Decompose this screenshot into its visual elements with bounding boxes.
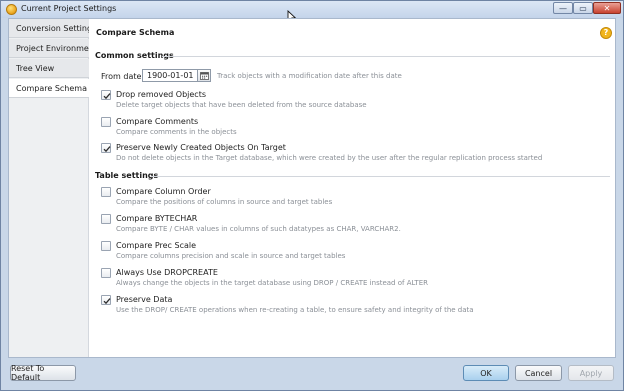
always-use-dropcreate-desc: Always change the objects in the target … — [116, 279, 428, 287]
help-icon[interactable]: ? — [600, 27, 612, 39]
apply-button[interactable]: Apply — [568, 365, 614, 381]
compare-bytechar-desc: Compare BYTE / CHAR values in columns of… — [116, 225, 401, 233]
preserve-data-desc: Use the DROP/ CREATE operations when re-… — [116, 306, 474, 314]
always-use-dropcreate-label: Always Use DROPCREATE — [116, 268, 218, 277]
sidebar-item-tree-view[interactable]: Tree View — [9, 59, 89, 78]
compare-bytechar-checkbox[interactable] — [101, 214, 111, 224]
compare-schema-panel: Compare Schema ? Common settings From da… — [89, 19, 616, 357]
compare-column-order-label: Compare Column Order — [116, 187, 211, 196]
dialog-content: Conversion Settings Project Environment … — [8, 18, 616, 358]
from-date-label: From date — [101, 72, 142, 81]
checkmark-icon — [103, 298, 111, 305]
reset-to-default-button[interactable]: Reset To Default — [10, 364, 76, 382]
preserve-data-label: Preserve Data — [116, 295, 173, 304]
preserve-new-objects-desc: Do not delete objects in the Target data… — [116, 154, 543, 162]
compare-comments-checkbox[interactable] — [101, 117, 111, 127]
minimize-button[interactable]: — — [553, 2, 573, 14]
section-divider — [162, 56, 610, 57]
drop-removed-objects-label: Drop removed Objects — [116, 90, 207, 99]
from-date-hint: Track objects with a modification date a… — [217, 72, 402, 80]
from-date-input[interactable] — [142, 69, 198, 82]
compare-prec-scale-desc: Compare columns precision and scale in s… — [116, 252, 346, 260]
preserve-data-checkbox[interactable] — [101, 295, 111, 305]
compare-comments-label: Compare Comments — [116, 117, 199, 126]
cancel-button[interactable]: Cancel — [515, 365, 562, 381]
close-button[interactable]: ✕ — [593, 2, 621, 14]
dialog-footer: Reset To Default OK Cancel Apply — [1, 359, 623, 390]
checkmark-icon — [103, 93, 111, 100]
panel-title: Compare Schema — [96, 28, 175, 37]
compare-comments-desc: Compare comments in the objects — [116, 128, 237, 136]
compare-prec-scale-label: Compare Prec Scale — [116, 241, 197, 250]
preserve-new-objects-label: Preserve Newly Created Objects On Target — [116, 143, 286, 152]
compare-bytechar-label: Compare BYTECHAR — [116, 214, 198, 223]
always-use-dropcreate-checkbox[interactable] — [101, 268, 111, 278]
calendar-button[interactable] — [197, 69, 211, 82]
compare-column-order-desc: Compare the positions of columns in sour… — [116, 198, 333, 206]
title-bar[interactable]: Current Project Settings — ▭ ✕ — [1, 1, 623, 18]
table-settings-heading: Table settings — [95, 171, 159, 180]
sidebar-item-project-environment[interactable]: Project Environment — [9, 39, 89, 58]
compare-prec-scale-checkbox[interactable] — [101, 241, 111, 251]
app-icon — [6, 4, 17, 15]
drop-removed-objects-checkbox[interactable] — [101, 90, 111, 100]
settings-window: Current Project Settings — ▭ ✕ Conversio… — [0, 0, 624, 391]
drop-removed-objects-desc: Delete target objects that have been del… — [116, 101, 367, 109]
sidebar-item-compare-schema[interactable]: Compare Schema — [9, 79, 89, 98]
sidebar-item-conversion-settings[interactable]: Conversion Settings — [9, 19, 89, 38]
ok-button[interactable]: OK — [463, 365, 509, 381]
maximize-button[interactable]: ▭ — [573, 2, 593, 14]
window-title: Current Project Settings — [21, 4, 117, 13]
compare-column-order-checkbox[interactable] — [101, 187, 111, 197]
section-divider — [151, 176, 610, 177]
calendar-icon — [199, 71, 209, 80]
checkmark-icon — [103, 146, 111, 153]
preserve-new-objects-checkbox[interactable] — [101, 143, 111, 153]
settings-sidebar: Conversion Settings Project Environment … — [9, 19, 89, 357]
